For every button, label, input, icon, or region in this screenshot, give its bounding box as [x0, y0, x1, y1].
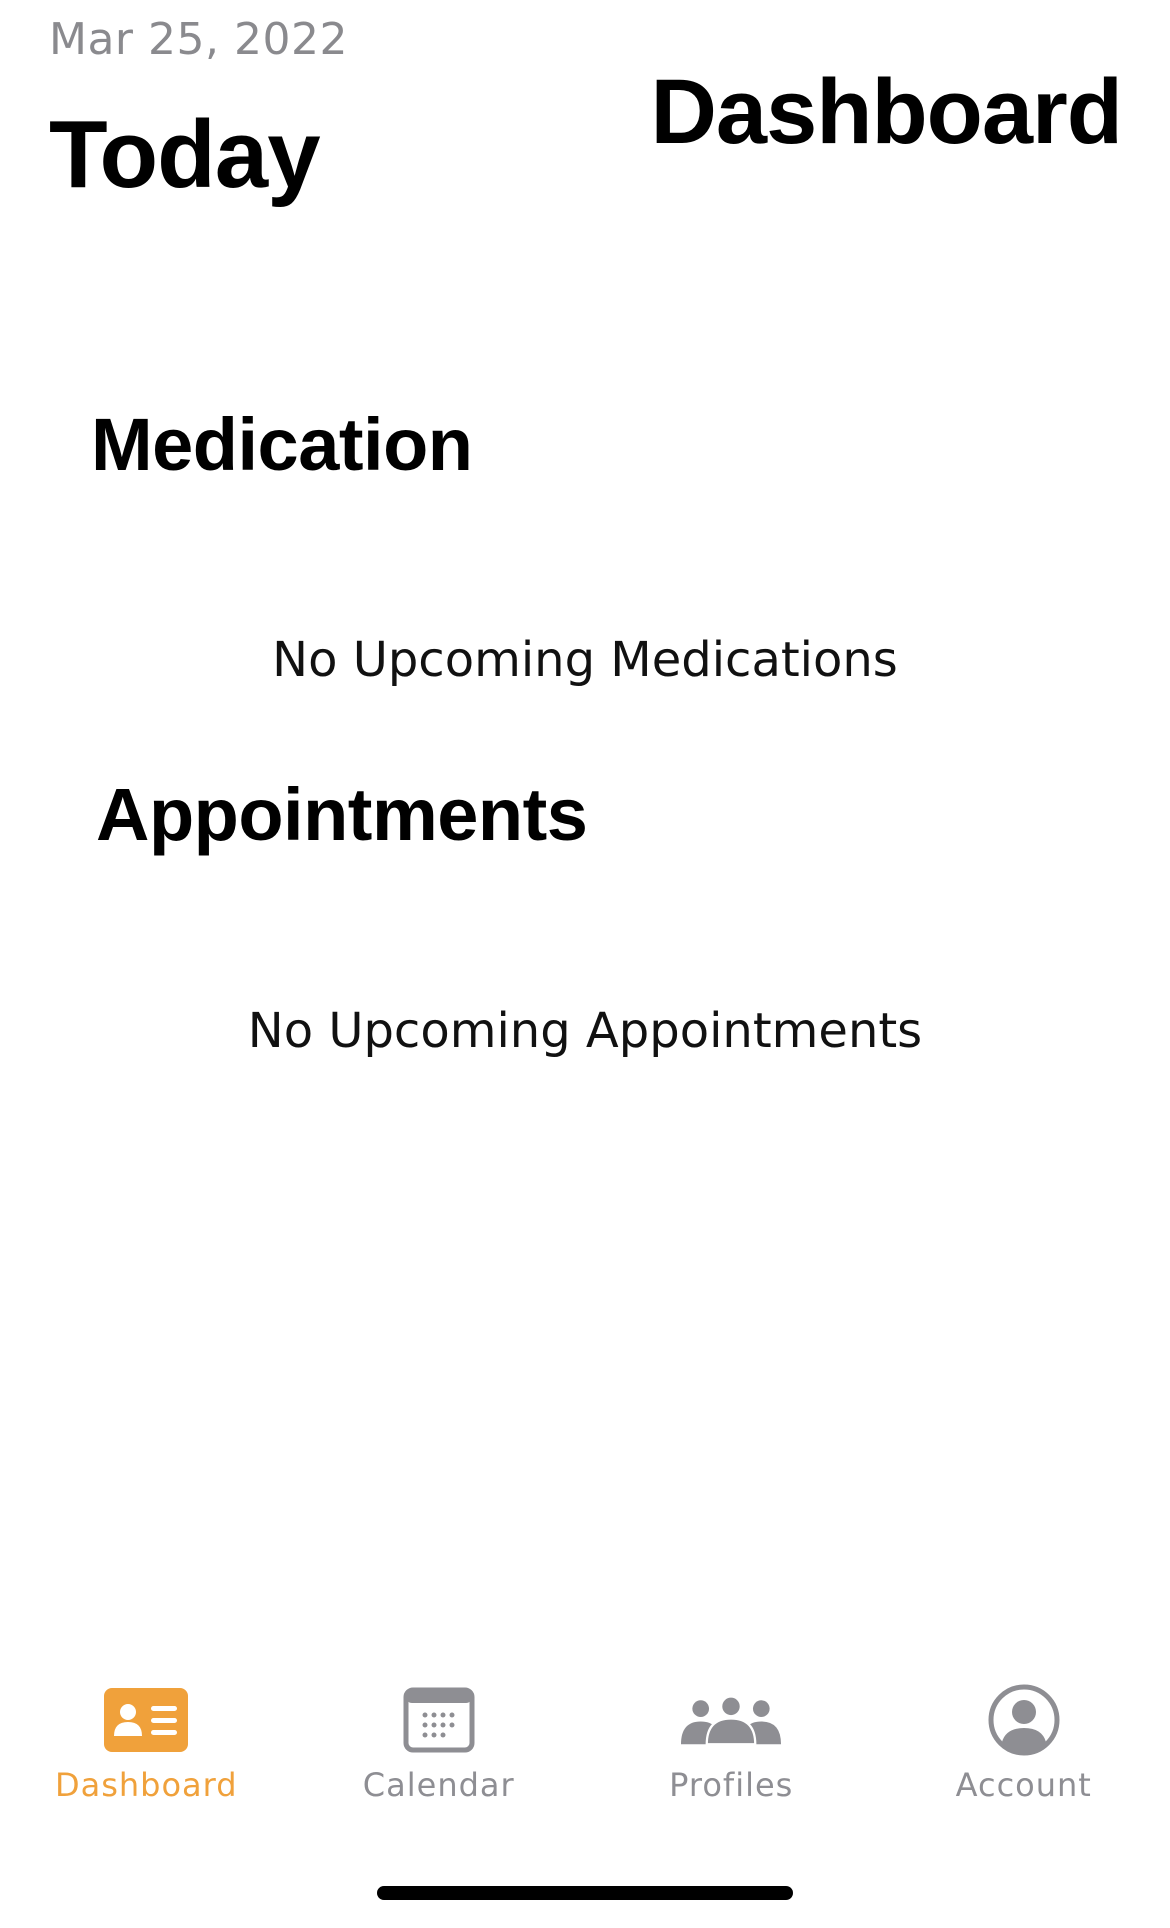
- tab-dashboard-label: Dashboard: [54, 1766, 238, 1804]
- person-card-icon: [96, 1680, 196, 1760]
- calendar-icon: [389, 1680, 489, 1760]
- tab-bar: Dashboard Calendar Profiles Account: [0, 1680, 1170, 1830]
- appointments-empty-message: No Upcoming Appointments: [247, 1003, 923, 1059]
- appointments-section-title: Appointments: [96, 773, 588, 856]
- today-heading: Today: [49, 101, 321, 208]
- page-title: Dashboard: [650, 61, 1123, 163]
- people-icon: [681, 1680, 782, 1760]
- tab-account-label: Account: [955, 1766, 1092, 1804]
- tab-dashboard[interactable]: Dashboard: [0, 1680, 293, 1830]
- tab-profiles[interactable]: Profiles: [585, 1680, 878, 1830]
- tab-profiles-label: Profiles: [669, 1766, 794, 1804]
- medication-section-title: Medication: [91, 403, 473, 486]
- medication-empty-message: No Upcoming Medications: [272, 632, 898, 688]
- home-indicator[interactable]: [377, 1886, 793, 1900]
- tab-account[interactable]: Account: [878, 1680, 1170, 1830]
- date-label: Mar 25, 2022: [49, 14, 348, 65]
- tab-calendar[interactable]: Calendar: [293, 1680, 586, 1830]
- account-circle-icon: [974, 1680, 1074, 1760]
- tab-calendar-label: Calendar: [362, 1766, 515, 1804]
